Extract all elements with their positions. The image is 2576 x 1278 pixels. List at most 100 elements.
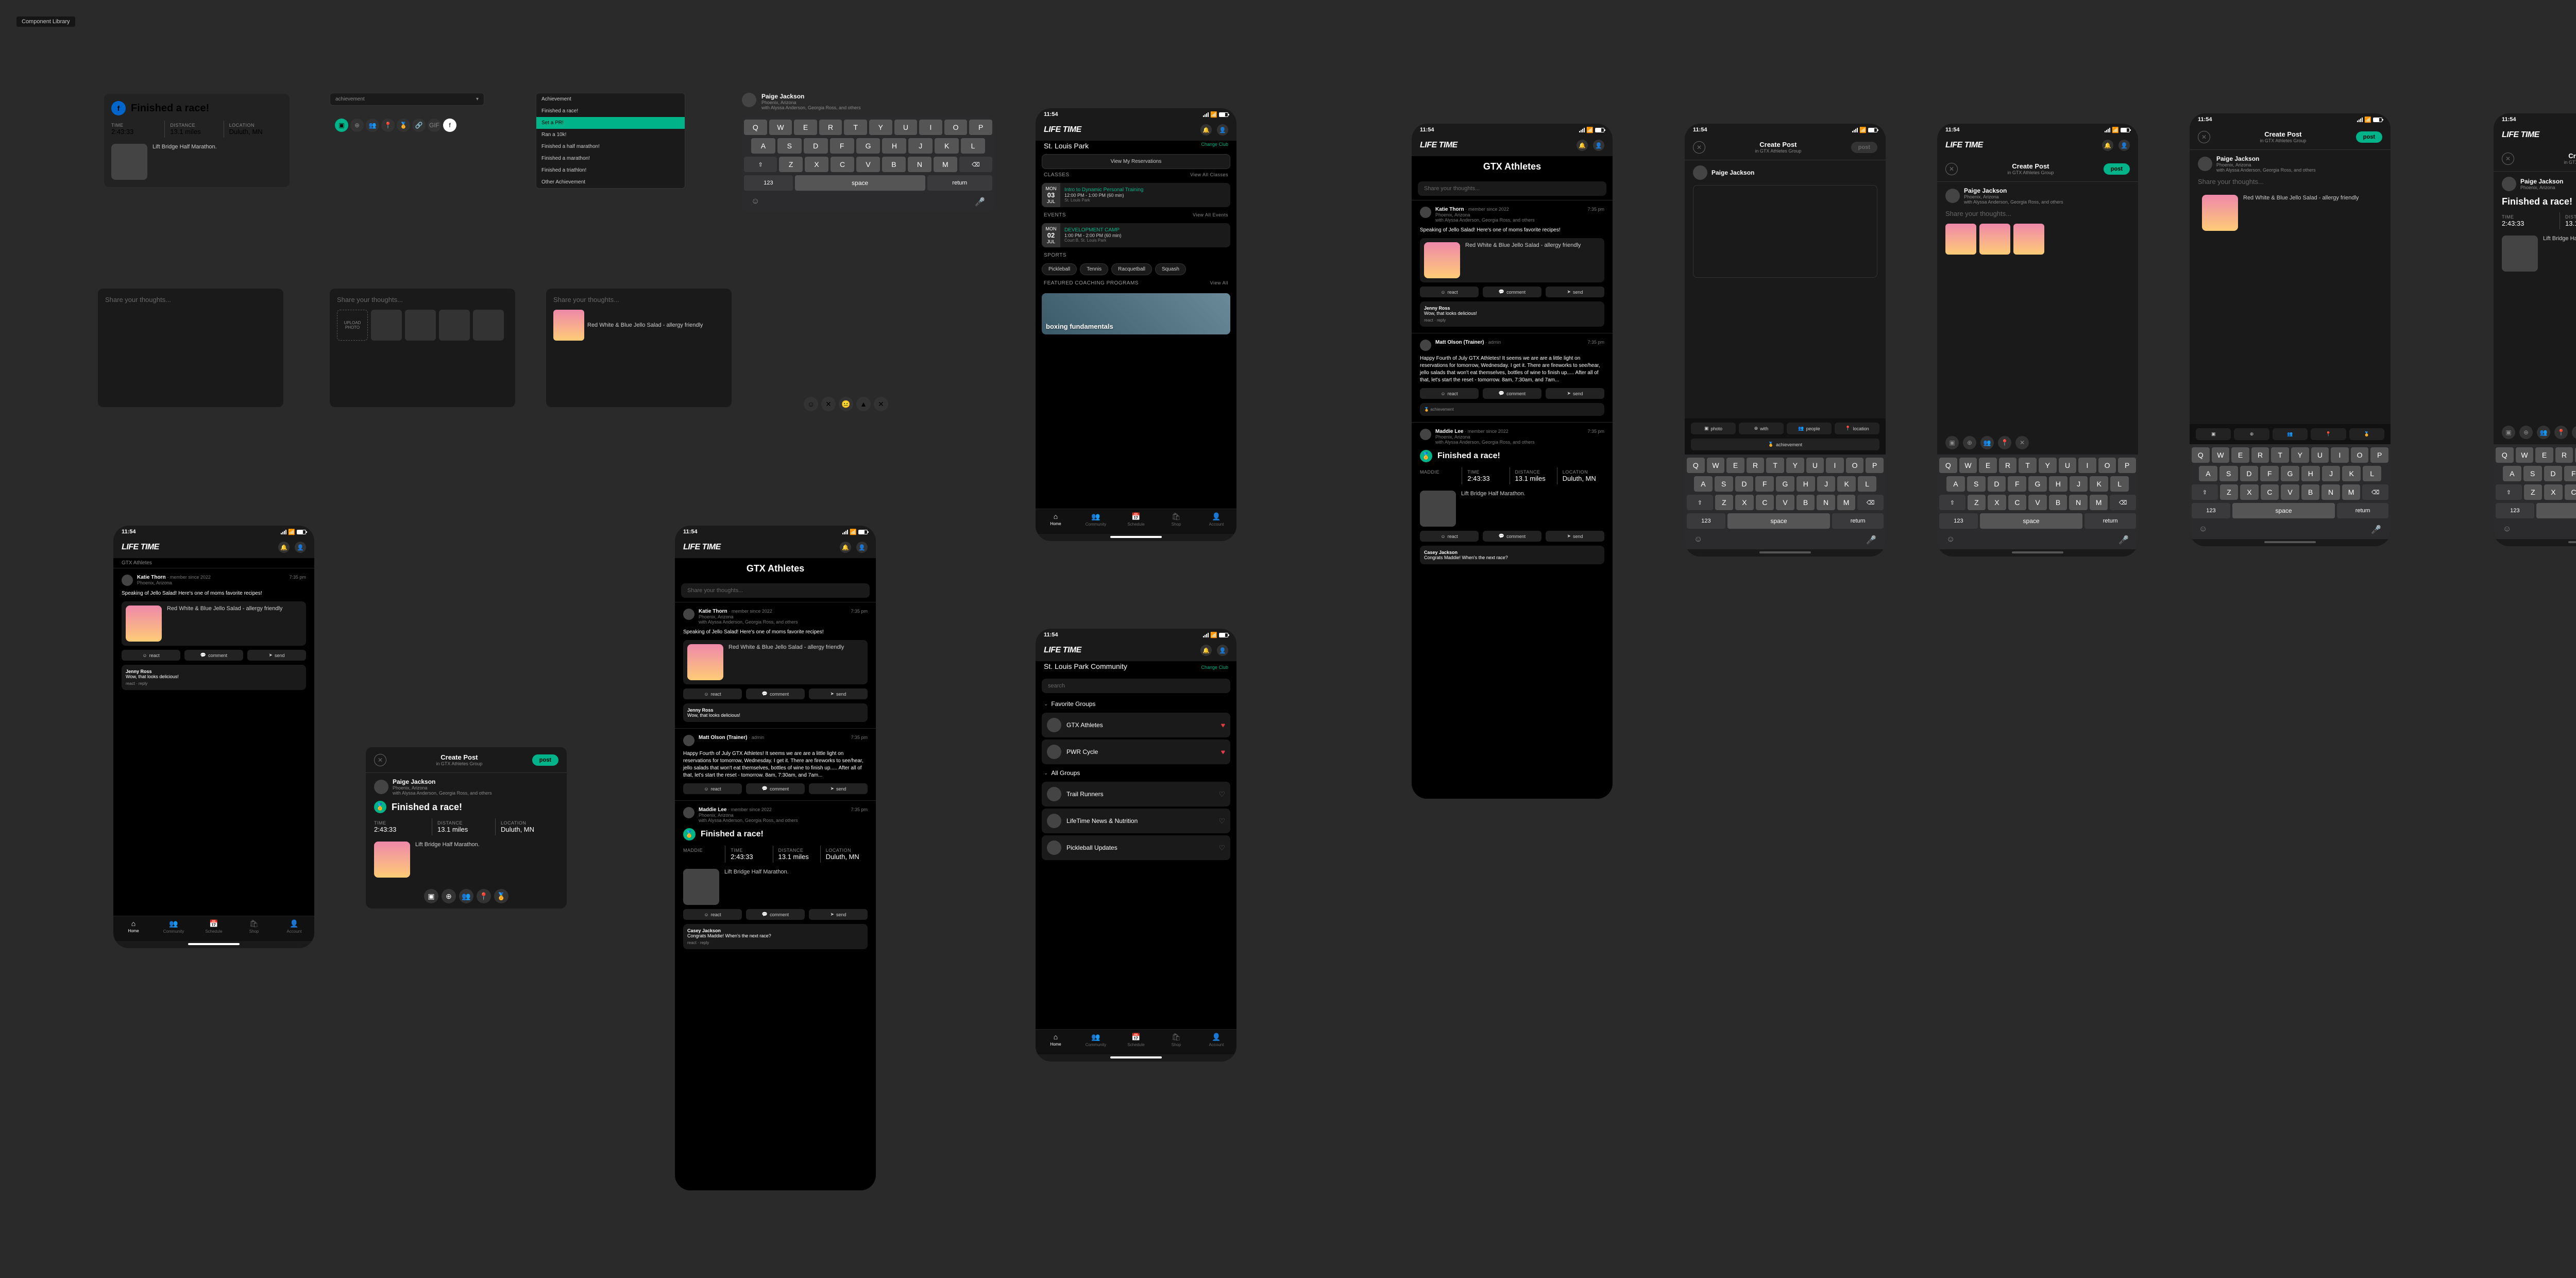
- key-z[interactable]: Z: [779, 157, 803, 172]
- attach-achievement-button[interactable]: 🏅: [2349, 428, 2384, 440]
- close-button[interactable]: ✕: [2198, 131, 2210, 143]
- mic-key[interactable]: 🎤: [2119, 535, 2129, 545]
- nav-home[interactable]: ⌂Home: [1036, 1033, 1076, 1047]
- delete-key[interactable]: ⌫: [1857, 495, 1884, 510]
- key-x[interactable]: X: [1735, 495, 1754, 510]
- key-r[interactable]: R: [1747, 458, 1765, 473]
- emoji-key[interactable]: ☺: [1946, 535, 1955, 545]
- attach-with-button[interactable]: ⊕: [2234, 428, 2269, 440]
- key-h[interactable]: H: [2301, 466, 2320, 481]
- comment-button[interactable]: 💬 comment: [746, 909, 805, 920]
- react-button[interactable]: ☺ react: [1420, 531, 1479, 542]
- attach-close-icon[interactable]: ✕: [2015, 436, 2029, 449]
- compose-input[interactable]: Share your thoughts...: [681, 583, 870, 598]
- key-q[interactable]: Q: [2192, 447, 2210, 463]
- comment-links[interactable]: react · reply: [1424, 318, 1600, 323]
- key-w[interactable]: W: [1707, 458, 1725, 473]
- react-button[interactable]: ☺ react: [1420, 388, 1479, 399]
- key-w[interactable]: W: [1959, 458, 1977, 473]
- profile-icon[interactable]: 👤: [295, 542, 306, 553]
- nav-home[interactable]: ⌂Home: [113, 919, 154, 934]
- dropdown-item-triathlon[interactable]: Finished a triathlon!: [536, 164, 685, 176]
- key-a[interactable]: A: [2199, 466, 2217, 481]
- key-e[interactable]: E: [1979, 458, 1997, 473]
- react-button[interactable]: ☺ react: [683, 909, 742, 920]
- profile-icon[interactable]: 👤: [1217, 124, 1228, 136]
- close-button[interactable]: ✕: [2502, 153, 2514, 165]
- key-v[interactable]: V: [2028, 495, 2047, 510]
- key-g[interactable]: G: [2281, 466, 2299, 481]
- key-t[interactable]: T: [2271, 447, 2289, 463]
- key-r[interactable]: R: [819, 120, 842, 135]
- attach-plus-icon[interactable]: ⊕: [442, 889, 456, 903]
- mic-key[interactable]: 🎤: [975, 197, 985, 207]
- key-c[interactable]: C: [2261, 484, 2279, 500]
- key-s[interactable]: S: [2523, 466, 2542, 481]
- comment-links[interactable]: react · reply: [126, 681, 302, 686]
- key-f[interactable]: F: [2260, 466, 2279, 481]
- key-l[interactable]: L: [2110, 476, 2129, 492]
- space-key[interactable]: space: [1727, 513, 1830, 529]
- comment-button[interactable]: 💬 comment: [1483, 287, 1541, 297]
- numbers-key[interactable]: 123: [1939, 513, 1978, 529]
- heart-icon[interactable]: ♥: [1221, 748, 1225, 756]
- profile-icon[interactable]: 👤: [856, 542, 868, 553]
- key-q[interactable]: Q: [2496, 447, 2514, 463]
- photo-thumb[interactable]: [405, 310, 436, 341]
- reaction-x[interactable]: ✕: [874, 397, 888, 411]
- dropdown-item-achievement[interactable]: Achievement: [536, 93, 685, 105]
- facebook-pill-icon[interactable]: f: [443, 119, 456, 132]
- key-o[interactable]: O: [944, 120, 968, 135]
- comment-button[interactable]: 💬 comment: [1483, 531, 1541, 542]
- return-key[interactable]: return: [1832, 513, 1884, 529]
- group-pickleball[interactable]: Pickleball Updates♡: [1042, 835, 1230, 860]
- dropdown-item-finished-race[interactable]: Finished a race!: [536, 105, 685, 117]
- achievement-select[interactable]: achievement ▾: [330, 93, 484, 106]
- key-m[interactable]: M: [2342, 484, 2361, 500]
- group-gtx-athletes[interactable]: GTX Athletes♥: [1042, 713, 1230, 737]
- send-button[interactable]: ➤ send: [1546, 531, 1604, 542]
- key-l[interactable]: L: [961, 138, 985, 154]
- notification-icon[interactable]: 🔔: [1577, 140, 1588, 151]
- key-p[interactable]: P: [1866, 458, 1884, 473]
- dropdown-item-other[interactable]: Other Achievement: [536, 176, 685, 188]
- post-author[interactable]: Maddie Lee: [699, 807, 726, 813]
- group-trail-runners[interactable]: Trail Runners♡: [1042, 782, 1230, 806]
- send-button[interactable]: ➤ send: [1546, 388, 1604, 399]
- attach-people-button[interactable]: 👥: [2273, 428, 2308, 440]
- sport-tennis[interactable]: Tennis: [1080, 263, 1108, 275]
- key-p[interactable]: P: [969, 120, 992, 135]
- view-reservations-button[interactable]: View My Reservations: [1042, 154, 1230, 169]
- key-v[interactable]: V: [2281, 484, 2299, 500]
- comment-button[interactable]: 💬 comment: [746, 688, 805, 699]
- key-n[interactable]: N: [1817, 495, 1835, 510]
- key-c[interactable]: C: [2008, 495, 2027, 510]
- key-i[interactable]: I: [2331, 447, 2349, 463]
- key-w[interactable]: W: [2516, 447, 2534, 463]
- key-k[interactable]: K: [935, 138, 959, 154]
- key-u[interactable]: U: [894, 120, 918, 135]
- composer-recipe[interactable]: Share your thoughts... Red White & Blue …: [546, 289, 732, 407]
- heart-icon[interactable]: ♥: [1221, 721, 1225, 729]
- reaction-close[interactable]: ✕: [821, 397, 836, 411]
- key-d[interactable]: D: [2544, 466, 2563, 481]
- key-x[interactable]: X: [2240, 484, 2259, 500]
- key-k[interactable]: K: [2342, 466, 2361, 481]
- view-all-classes[interactable]: View All Classes: [1190, 172, 1228, 178]
- close-button[interactable]: ✕: [1693, 141, 1705, 154]
- react-button[interactable]: ☺ react: [1420, 287, 1479, 297]
- key-j[interactable]: J: [2070, 476, 2088, 492]
- nav-community[interactable]: 👥Community: [1076, 1033, 1116, 1047]
- key-o[interactable]: O: [2351, 447, 2369, 463]
- react-button[interactable]: ☺ react: [122, 650, 180, 661]
- search-input[interactable]: search: [1042, 679, 1230, 693]
- key-n[interactable]: N: [2321, 484, 2340, 500]
- dropdown-item-half-marathon[interactable]: Finished a half marathon!: [536, 141, 685, 153]
- key-t[interactable]: T: [1766, 458, 1784, 473]
- shift-key[interactable]: ⇧: [2496, 484, 2522, 500]
- key-z[interactable]: Z: [1968, 495, 1986, 510]
- key-b[interactable]: B: [2049, 495, 2067, 510]
- key-a[interactable]: A: [1694, 476, 1713, 492]
- sport-squash[interactable]: Squash: [1155, 263, 1186, 275]
- react-button[interactable]: ☺ react: [683, 783, 742, 794]
